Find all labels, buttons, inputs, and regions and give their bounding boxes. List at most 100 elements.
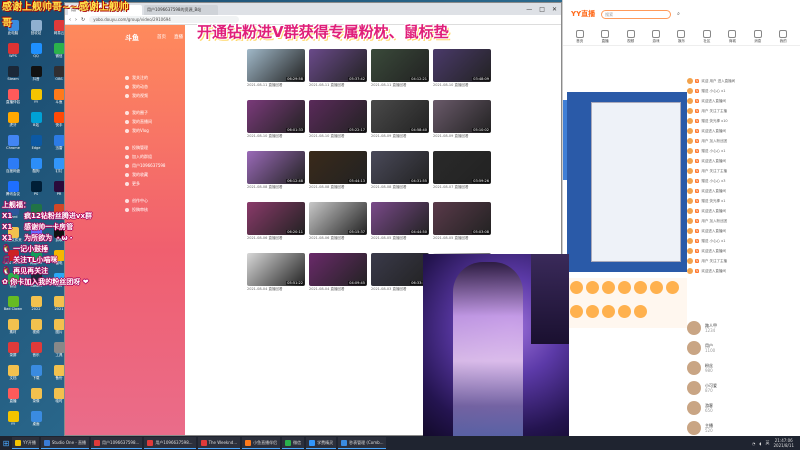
desktop-icon[interactable]: Edge bbox=[25, 135, 47, 157]
video-card[interactable]: 06:12:48 2021-08-08 直播回看 bbox=[247, 151, 305, 190]
video-card[interactable]: 03:59:26 2021-08-07 直播回看 bbox=[433, 151, 491, 190]
gift-icon[interactable] bbox=[570, 281, 583, 294]
desktop-icon[interactable]: 桌面 bbox=[25, 411, 47, 433]
desktop-icon[interactable]: B站 bbox=[25, 112, 47, 134]
video-card[interactable]: 04:09:45 2021-08-04 直播回看 bbox=[309, 253, 367, 292]
nav-item[interactable]: 社区 bbox=[702, 29, 711, 44]
side-menu-item[interactable]: 创作中心 bbox=[125, 196, 181, 205]
video-card[interactable]: 06:33:19 2021-08-03 直播回看 bbox=[371, 253, 429, 292]
taskbar-item[interactable]: 用户1096637598... bbox=[144, 437, 196, 449]
desktop-icon[interactable]: Steam bbox=[2, 66, 24, 88]
video-thumbnail[interactable]: 04:44:50 bbox=[371, 202, 429, 235]
search-icon[interactable]: ⌕ bbox=[677, 11, 680, 17]
nav-item[interactable]: 娱乐 bbox=[677, 29, 686, 44]
video-card[interactable]: 06:29:58 2021-08-11 直播回看 bbox=[247, 49, 305, 88]
gift-icon[interactable] bbox=[618, 281, 631, 294]
side-menu-item[interactable]: 更多 bbox=[125, 179, 181, 188]
start-icon[interactable]: ⊞ bbox=[0, 436, 12, 450]
desktop-icon[interactable]: 酷狗 bbox=[25, 158, 47, 180]
video-card[interactable]: 04:31:55 2021-08-08 直播回看 bbox=[371, 151, 429, 190]
taskbar-item[interactable]: The Weeknd... bbox=[197, 437, 241, 449]
fan-item[interactable]: 小可爱 870 bbox=[687, 378, 797, 398]
close-icon[interactable]: ✕ bbox=[552, 6, 557, 13]
video-thumbnail[interactable]: 05:10:02 bbox=[433, 100, 491, 133]
gift-icon[interactable] bbox=[586, 304, 599, 318]
maximize-icon[interactable]: □ bbox=[539, 6, 545, 13]
video-thumbnail[interactable]: 06:20:11 bbox=[247, 202, 305, 235]
desktop-icon[interactable]: 回收站 bbox=[25, 20, 47, 42]
gift-icon[interactable] bbox=[586, 281, 599, 294]
taskbar-item[interactable]: 用户1096637598... bbox=[91, 437, 143, 449]
video-card[interactable]: 05:03:08 2021-08-05 直播回看 bbox=[433, 202, 491, 241]
fan-item[interactable]: 路人甲 1234 bbox=[687, 318, 797, 338]
side-menu-item[interactable]: 我的视频 bbox=[125, 91, 181, 100]
fan-item[interactable]: 主播 520 bbox=[687, 418, 797, 438]
fan-item[interactable]: 粉丝 980 bbox=[687, 358, 797, 378]
desktop-icon[interactable]: Chrome bbox=[2, 135, 24, 157]
video-thumbnail[interactable]: 05:44:13 bbox=[309, 151, 367, 184]
volume-icon[interactable]: ◖ bbox=[759, 441, 761, 446]
video-thumbnail[interactable]: 03:59:26 bbox=[433, 151, 491, 184]
nav-item[interactable]: 游戏 bbox=[652, 29, 661, 44]
side-menu-item[interactable]: 我的Vlog bbox=[125, 126, 181, 135]
side-menu-item[interactable]: 用户1096637598 bbox=[125, 161, 181, 170]
video-card[interactable]: 04:44:50 2021-08-05 直播回看 bbox=[371, 202, 429, 241]
network-icon[interactable]: ◔ bbox=[752, 441, 756, 446]
desktop-icon[interactable]: 2022 bbox=[25, 296, 47, 318]
video-card[interactable]: 04:58:40 2021-08-09 直播回看 bbox=[371, 100, 429, 139]
taskbar-item[interactable]: Studio One - 直播 bbox=[40, 437, 90, 449]
video-thumbnail[interactable]: 06:12:48 bbox=[247, 151, 305, 184]
nav-item[interactable]: 商城 bbox=[728, 29, 737, 44]
video-card[interactable]: 05:10:02 2021-08-09 直播回看 bbox=[433, 100, 491, 139]
gift-icon[interactable] bbox=[570, 304, 583, 318]
desktop-icon[interactable]: 百度网盘 bbox=[2, 158, 24, 180]
video-card[interactable]: 05:15:37 2021-08-06 直播回看 bbox=[309, 202, 367, 241]
video-card[interactable]: 05:51:22 2021-08-04 直播回看 bbox=[247, 253, 305, 292]
back-icon[interactable]: ‹ bbox=[69, 17, 71, 23]
taskbar-item[interactable]: 微信 bbox=[282, 437, 305, 449]
desktop-icon[interactable]: 抖音 bbox=[25, 66, 47, 88]
video-card[interactable]: 06:01:33 2021-08-10 直播回看 bbox=[247, 100, 305, 139]
video-card[interactable]: 05:44:13 2021-08-08 直播回看 bbox=[309, 151, 367, 190]
gift-icon[interactable] bbox=[634, 304, 647, 318]
desktop-icon[interactable]: Bad Clown bbox=[2, 296, 24, 318]
desktop-icon[interactable]: 视频 bbox=[25, 319, 47, 341]
video-card[interactable]: 05:22:17 2021-08-10 直播回看 bbox=[309, 100, 367, 139]
side-menu-item[interactable]: 投稿管理 bbox=[125, 143, 181, 152]
forward-icon[interactable]: › bbox=[75, 17, 77, 23]
nav-home-link[interactable]: 首页 bbox=[157, 34, 166, 40]
video-thumbnail[interactable]: 05:22:17 bbox=[309, 100, 367, 133]
taskbar-item[interactable]: 学费精灵 bbox=[306, 437, 337, 449]
video-thumbnail[interactable]: 06:33:19 bbox=[371, 253, 429, 286]
video-thumbnail[interactable]: 05:37:42 bbox=[309, 49, 367, 82]
video-thumbnail[interactable]: 05:03:08 bbox=[433, 202, 491, 235]
search-input[interactable]: 搜索 bbox=[601, 9, 672, 19]
video-thumbnail[interactable]: 04:09:45 bbox=[309, 253, 367, 286]
fan-item[interactable]: 游客 650 bbox=[687, 398, 797, 418]
desktop-icon[interactable]: WPS bbox=[2, 43, 24, 65]
side-menu-item[interactable]: 我的直播间 bbox=[125, 117, 181, 126]
side-menu-item[interactable]: 我的圈子 bbox=[125, 108, 181, 117]
taskbar-item[interactable]: YY开播 bbox=[12, 437, 39, 449]
video-thumbnail[interactable]: 04:12:21 bbox=[371, 49, 429, 82]
video-thumbnail[interactable]: 06:01:33 bbox=[247, 100, 305, 133]
fan-item[interactable]: 用户 1100 bbox=[687, 338, 797, 358]
desktop-icon[interactable]: 直播伴侣 bbox=[2, 89, 24, 111]
side-menu-item[interactable]: 加入的群组 bbox=[125, 152, 181, 161]
nav-item[interactable]: 我的 bbox=[779, 29, 788, 44]
minimize-icon[interactable]: — bbox=[526, 6, 532, 13]
desktop-icon[interactable]: YY bbox=[25, 89, 47, 111]
gift-icon[interactable] bbox=[650, 281, 663, 294]
desktop-icon[interactable]: 虎牙 bbox=[2, 112, 24, 134]
video-thumbnail[interactable]: 05:15:37 bbox=[309, 202, 367, 235]
video-card[interactable]: 06:20:11 2021-08-06 直播回看 bbox=[247, 202, 305, 241]
app-logo[interactable]: YY直播 bbox=[571, 9, 595, 19]
desktop-icon[interactable]: YY bbox=[2, 411, 24, 433]
taskbar-item[interactable]: 小鱼直播伴侣 bbox=[242, 437, 281, 449]
video-thumbnail[interactable]: 04:58:40 bbox=[371, 100, 429, 133]
side-menu-item[interactable]: 我的收藏 bbox=[125, 170, 181, 179]
gift-icon[interactable] bbox=[666, 281, 679, 294]
desktop-icon[interactable]: 录像 bbox=[25, 388, 47, 410]
nav-item[interactable]: 视频 bbox=[626, 29, 635, 44]
gift-icon[interactable] bbox=[634, 281, 647, 294]
